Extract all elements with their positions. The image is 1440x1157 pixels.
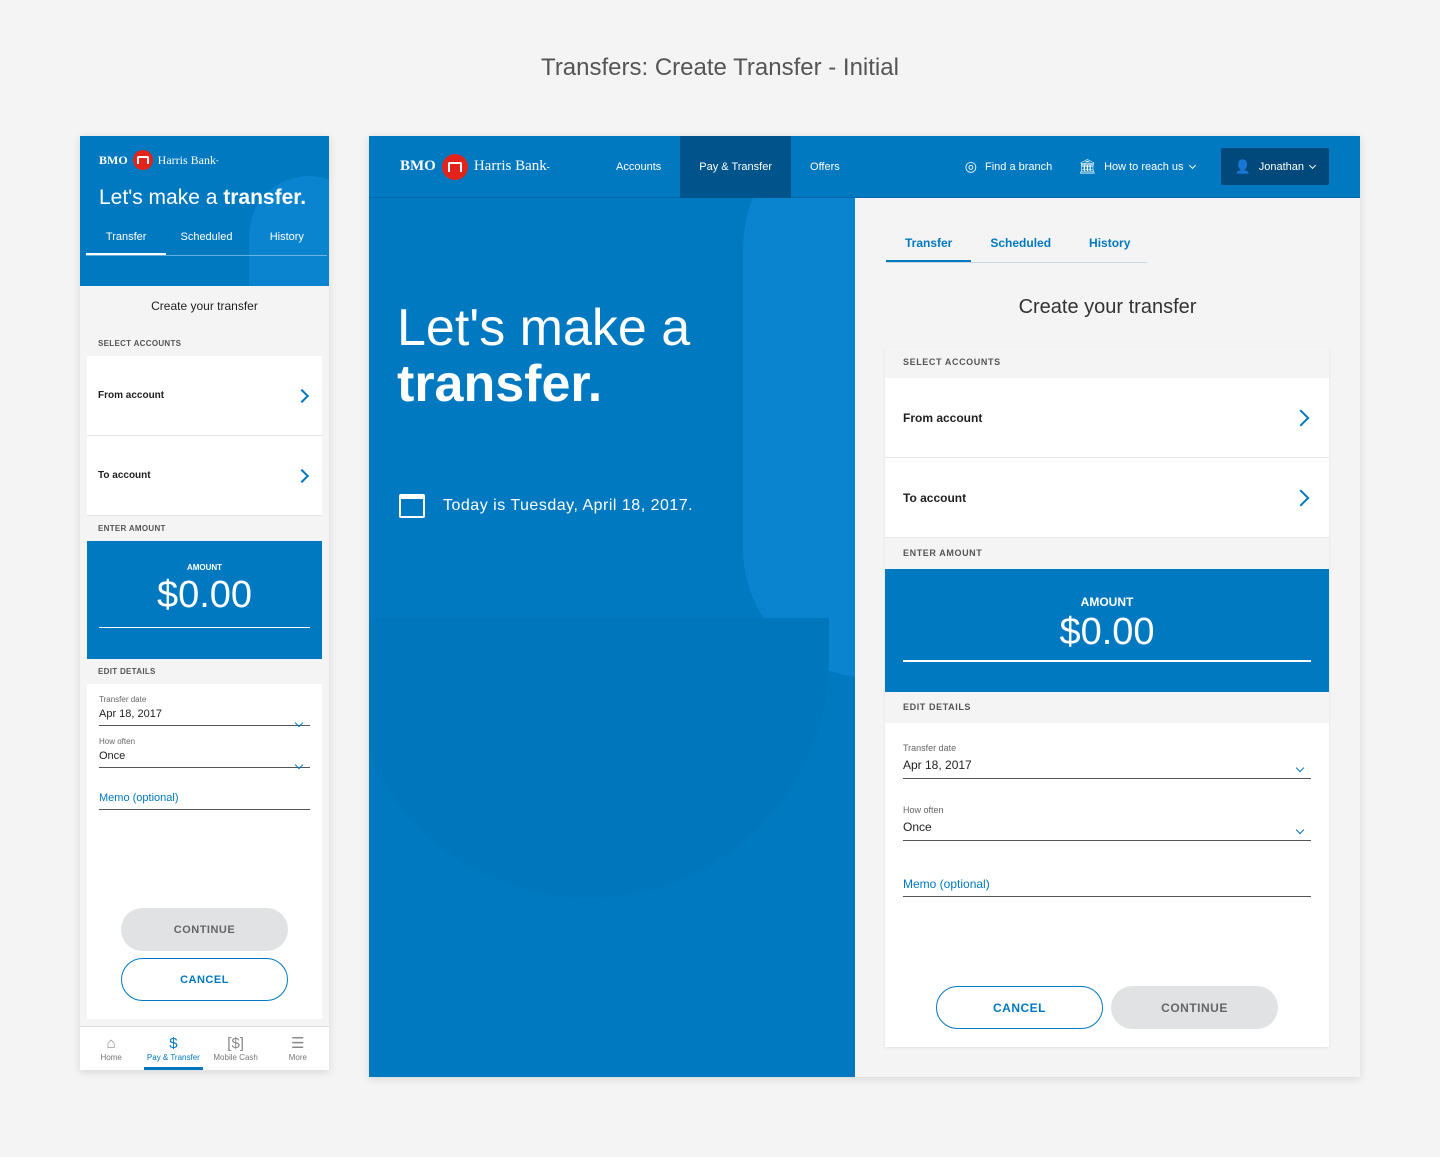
section-edit-details: EDIT DETAILS	[87, 659, 322, 684]
amount-input[interactable]: AMOUNT $0.00	[885, 569, 1329, 692]
tab-scheduled[interactable]: Scheduled	[971, 230, 1070, 262]
section-select-accounts: SELECT ACCOUNTS	[885, 347, 1329, 378]
section-edit-details: EDIT DETAILS	[885, 692, 1329, 723]
nav-home[interactable]: ⌂ Home	[80, 1027, 142, 1070]
nav-pay-transfer[interactable]: $ Pay & Transfer	[142, 1027, 204, 1070]
memo-input[interactable]: Memo (optional)	[99, 792, 310, 810]
transfer-date-select[interactable]: Transfer date Apr 18, 2017	[99, 684, 310, 728]
transfer-form: SELECT ACCOUNTS From account To account …	[87, 331, 322, 1019]
chevron-right-icon	[1292, 489, 1310, 506]
amount-input[interactable]: AMOUNT $0.00	[87, 541, 322, 659]
to-account-row[interactable]: To account	[885, 458, 1329, 538]
memo-input[interactable]: Memo (optional)	[903, 877, 1311, 897]
how-often-select[interactable]: How often Once	[99, 726, 310, 770]
amount-label: AMOUNT	[186, 563, 223, 572]
hero-panel: Let's make a transfer. Today is Tuesday,…	[369, 198, 855, 1077]
dollar-icon: $	[169, 1035, 178, 1052]
user-menu-button[interactable]: 👤 Jonathan	[1220, 148, 1329, 185]
transfer-form: SELECT ACCOUNTS From account To account …	[885, 347, 1329, 1047]
top-nav: BMO Harris Bank - Accounts Pay & Transfer…	[369, 136, 1360, 198]
bmo-roundel-icon	[132, 150, 153, 170]
bank-building-icon: 🏛	[1078, 158, 1097, 174]
amount-value: $0.00	[1059, 611, 1155, 653]
bmo-roundel-icon	[441, 153, 468, 180]
amount-label: AMOUNT	[1080, 595, 1134, 609]
chevron-right-icon	[1292, 409, 1310, 426]
tab-history[interactable]: History	[1070, 230, 1149, 262]
today-date: Today is Tuesday, April 18, 2017.	[399, 494, 693, 518]
form-title: Create your transfer	[80, 286, 329, 325]
from-account-row[interactable]: From account	[87, 356, 322, 436]
mobile-body: Create your transfer SELECT ACCOUNTS Fro…	[80, 286, 329, 1026]
continue-button[interactable]: CONTINUE	[1111, 986, 1278, 1029]
mobile-tabs: Transfer Scheduled History	[86, 224, 327, 256]
section-enter-amount: ENTER AMOUNT	[87, 516, 322, 541]
user-icon: 👤	[1234, 158, 1251, 174]
transfer-tabs: Transfer Scheduled History	[886, 230, 1147, 263]
chevron-down-icon	[1188, 161, 1196, 169]
how-to-reach-us-menu[interactable]: 🏛 How to reach us	[1078, 158, 1196, 175]
transfer-date-select[interactable]: Transfer date Apr 18, 2017	[903, 723, 1311, 779]
form-panel: Transfer Scheduled History Create your t…	[855, 198, 1360, 1077]
cancel-button[interactable]: CANCEL	[936, 986, 1103, 1029]
continue-button[interactable]: CONTINUE	[121, 908, 288, 951]
amount-value: $0.00	[156, 574, 253, 616]
chevron-down-icon	[1308, 161, 1317, 169]
mobile-bottom-nav: ⌂ Home $ Pay & Transfer [$] Mobile Cash …	[80, 1026, 329, 1070]
nav-more[interactable]: ☰ More	[267, 1027, 329, 1070]
bmo-logo[interactable]: BMO Harris Bank -	[99, 150, 219, 170]
cancel-button[interactable]: CANCEL	[121, 958, 288, 1001]
to-account-row[interactable]: To account	[87, 436, 322, 516]
calendar-icon	[399, 494, 425, 518]
tab-transfer[interactable]: Transfer	[86, 224, 167, 255]
mobile-cash-icon: [$]	[227, 1035, 244, 1052]
form-title: Create your transfer	[1018, 296, 1197, 318]
from-account-row[interactable]: From account	[885, 378, 1329, 458]
tab-history[interactable]: History	[247, 224, 327, 255]
section-select-accounts: SELECT ACCOUNTS	[87, 331, 322, 356]
desktop-screen: BMO Harris Bank - Accounts Pay & Transfer…	[369, 136, 1360, 1077]
find-branch-link[interactable]: ◎ Find a branch	[965, 158, 1052, 175]
bmo-logo[interactable]: BMO Harris Bank -	[400, 153, 597, 180]
nav-mobile-cash[interactable]: [$] Mobile Cash	[205, 1027, 267, 1070]
mobile-screen: BMO Harris Bank - Let's make a transfer. …	[80, 136, 329, 1070]
how-often-select[interactable]: How often Once	[903, 779, 1311, 841]
chevron-right-icon	[294, 388, 310, 403]
menu-icon: ☰	[291, 1035, 305, 1052]
tab-transfer[interactable]: Transfer	[886, 230, 972, 262]
section-enter-amount: ENTER AMOUNT	[885, 538, 1329, 569]
nav-accounts[interactable]: Accounts	[597, 136, 680, 198]
tab-scheduled[interactable]: Scheduled	[166, 224, 246, 255]
chevron-right-icon	[294, 468, 310, 483]
home-icon: ⌂	[106, 1035, 116, 1052]
hero-heading: Let's make a transfer.	[397, 299, 691, 413]
nav-offers[interactable]: Offers	[791, 136, 859, 198]
nav-pay-transfer[interactable]: Pay & Transfer	[680, 136, 792, 198]
location-pin-icon: ◎	[964, 158, 978, 174]
page-title: Transfers: Create Transfer - Initial	[541, 54, 899, 81]
mobile-header: BMO Harris Bank - Let's make a transfer. …	[80, 136, 329, 286]
hero-heading: Let's make a transfer.	[99, 186, 307, 209]
